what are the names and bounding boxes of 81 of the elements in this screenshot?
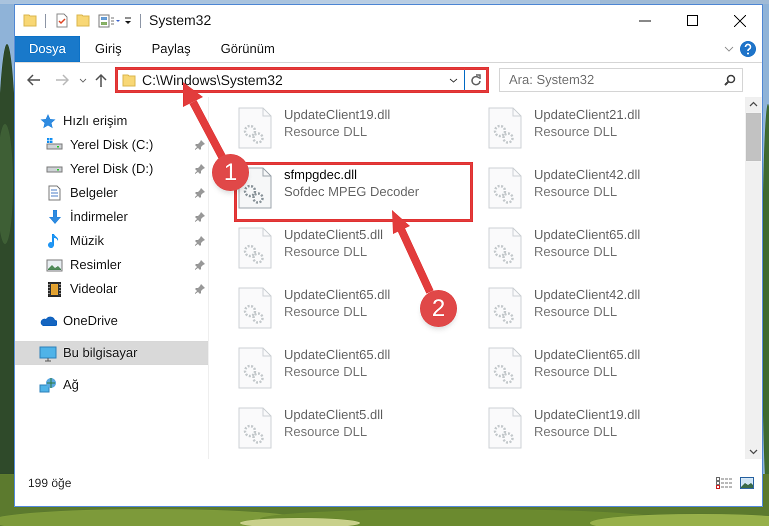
- file-type: Resource DLL: [534, 123, 618, 141]
- file-type: Resource DLL: [534, 183, 618, 201]
- pin-icon[interactable]: [195, 260, 205, 270]
- monitor-icon: [39, 344, 57, 362]
- back-icon[interactable]: [27, 74, 41, 86]
- star-icon: [39, 112, 57, 130]
- pin-icon[interactable]: [195, 284, 205, 294]
- network-icon: [39, 376, 57, 394]
- chevron-down-icon[interactable]: [449, 78, 458, 82]
- file-name[interactable]: UpdateClient19.dll: [284, 107, 390, 123]
- chevron-down-icon[interactable]: [79, 78, 87, 82]
- ribbon-tab[interactable]: Görünüm: [206, 36, 290, 62]
- scrollbar[interactable]: [745, 97, 762, 459]
- up-icon[interactable]: [95, 73, 107, 87]
- ribbon-tab[interactable]: Giriş: [80, 36, 137, 62]
- folder-icon: [122, 72, 136, 88]
- chevron-up-icon[interactable]: [749, 101, 758, 107]
- file-type: Sofdec MPEG Decoder: [284, 183, 420, 201]
- window-title: System32: [149, 11, 212, 30]
- nav-item[interactable]: Yerel Disk (D:): [15, 157, 208, 181]
- nav-item[interactable]: Resimler: [15, 253, 208, 277]
- file-type: Resource DLL: [284, 423, 368, 441]
- search-icon[interactable]: [724, 74, 736, 86]
- file-name[interactable]: UpdateClient65.dll: [534, 347, 640, 363]
- file-name[interactable]: UpdateClient65.dll: [284, 347, 390, 363]
- nav-item[interactable]: OneDrive: [15, 309, 208, 333]
- folder-icon[interactable]: [76, 13, 90, 28]
- ribbon-tab[interactable]: Paylaş: [136, 36, 206, 62]
- document-icon: [46, 184, 63, 202]
- dropdown-icon[interactable]: [124, 16, 132, 26]
- nav-item[interactable]: Hızlı erişim: [15, 109, 208, 133]
- nav-item[interactable]: Yerel Disk (C:): [15, 133, 208, 157]
- file-type: Resource DLL: [284, 303, 368, 321]
- close-icon[interactable]: [734, 14, 746, 26]
- nav-item[interactable]: Bu bilgisayar: [15, 341, 208, 365]
- film-icon: [46, 280, 63, 298]
- file-type: Resource DLL: [284, 363, 368, 381]
- file-name[interactable]: sfmpgdec.dll: [284, 167, 357, 183]
- forward-icon[interactable]: [55, 74, 69, 86]
- nav-item[interactable]: Ağ: [15, 373, 208, 397]
- checklist-icon[interactable]: [56, 13, 68, 28]
- file-name[interactable]: UpdateClient5.dll: [284, 407, 384, 423]
- file-type: Resource DLL: [284, 243, 368, 261]
- nav-item[interactable]: Videolar: [15, 277, 208, 301]
- refresh-icon[interactable]: [470, 74, 481, 86]
- file-type: Resource DLL: [534, 423, 618, 441]
- file-name[interactable]: UpdateClient65.dll: [284, 287, 390, 303]
- pin-icon[interactable]: [195, 188, 205, 198]
- file-type: Resource DLL: [534, 363, 618, 381]
- download-icon: [46, 208, 63, 226]
- pin-icon[interactable]: [195, 140, 205, 150]
- item-count: 199 öğe: [28, 474, 72, 492]
- file-name[interactable]: UpdateClient42.dll: [534, 167, 640, 183]
- pin-icon[interactable]: [195, 164, 205, 174]
- nav-item[interactable]: İndirmeler: [15, 205, 208, 229]
- properties-icon[interactable]: [98, 14, 120, 28]
- file-type: Resource DLL: [284, 123, 368, 141]
- help-icon[interactable]: [740, 41, 756, 57]
- file-name[interactable]: UpdateClient65.dll: [534, 227, 640, 243]
- drive-icon: [46, 166, 63, 172]
- file-type: Resource DLL: [534, 243, 618, 261]
- maximize-icon[interactable]: [687, 15, 698, 26]
- pin-icon[interactable]: [195, 236, 205, 246]
- file-name[interactable]: UpdateClient19.dll: [534, 407, 640, 423]
- picture-frame-icon: [46, 256, 63, 274]
- address-path: C:\Windows\System32: [142, 70, 283, 90]
- file-name[interactable]: UpdateClient21.dll: [534, 107, 640, 123]
- ribbon-tab[interactable]: Dosya: [15, 36, 80, 62]
- scrollbar-thumb[interactable]: [746, 113, 761, 161]
- address-bar[interactable]: C:\Windows\System32: [115, 67, 489, 93]
- pin-icon[interactable]: [195, 212, 205, 222]
- details-view-icon[interactable]: [716, 476, 732, 488]
- nav-item[interactable]: Müzik: [15, 229, 208, 253]
- thumbnail-view-icon[interactable]: [740, 476, 754, 488]
- file-type: Resource DLL: [534, 303, 618, 321]
- nav-item[interactable]: Belgeler: [15, 181, 208, 205]
- search-field[interactable]: Ara: System32: [499, 68, 743, 92]
- chevron-down-icon[interactable]: [749, 449, 758, 455]
- folder-icon[interactable]: [23, 13, 37, 28]
- file-name[interactable]: UpdateClient42.dll: [534, 287, 640, 303]
- file-name[interactable]: UpdateClient5.dll: [284, 227, 384, 243]
